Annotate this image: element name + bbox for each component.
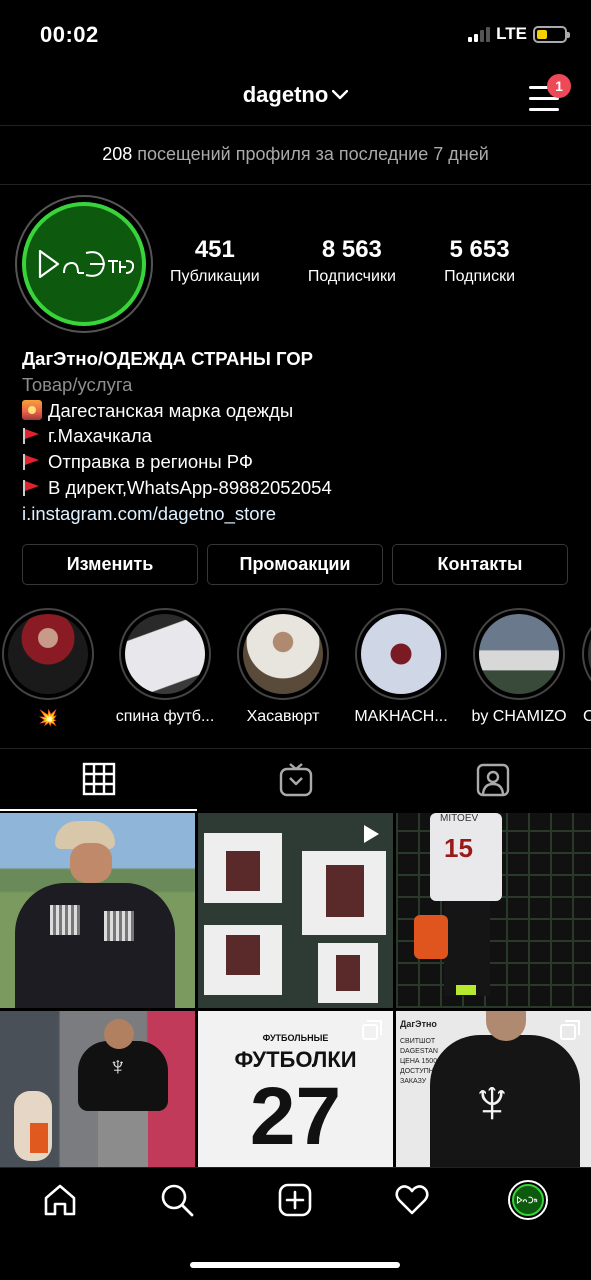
flag-icon	[22, 428, 42, 445]
highlight-label: спина футб...	[115, 708, 215, 725]
nav-add-button[interactable]	[275, 1180, 315, 1220]
flag-icon	[22, 479, 42, 496]
network-type: LTE	[496, 24, 527, 43]
highlight-item[interactable]: спина футб...	[115, 608, 215, 726]
nav-profile-button[interactable]	[508, 1180, 548, 1220]
stat-followers[interactable]: 8 563 Подписчики	[308, 236, 396, 286]
profile-avatar-icon	[508, 1180, 548, 1220]
post-thumbnail[interactable]: 15 MITOEV	[396, 813, 591, 1008]
account-switcher[interactable]: dagetno	[0, 80, 591, 108]
highlight-label: by CHAMIZO	[471, 708, 567, 725]
stat-value: 8 563	[321, 236, 382, 263]
highlight-label: C	[583, 708, 591, 725]
bio-line: Дагестанская марка одежды	[22, 398, 582, 424]
nav-activity-button[interactable]	[392, 1180, 432, 1220]
bio-text: г.Махачкала	[48, 425, 152, 447]
profile-tabs	[0, 748, 591, 812]
post-thumbnail[interactable]	[0, 813, 195, 1008]
tab-tagged[interactable]	[394, 749, 591, 811]
highlight-item[interactable]: Хасавюрт	[233, 608, 333, 726]
profile-header: dagetno 1	[0, 70, 591, 126]
heart-icon	[395, 1185, 429, 1215]
home-indicator	[190, 1262, 400, 1268]
edit-profile-button[interactable]: Изменить	[22, 544, 198, 585]
avatar[interactable]	[22, 202, 146, 326]
tab-grid[interactable]	[0, 749, 197, 811]
status-time: 00:02	[40, 22, 99, 47]
bio-line: Отправка в регионы РФ	[22, 449, 582, 475]
grid-icon	[82, 762, 115, 796]
highlight-label: 💥	[38, 710, 58, 727]
chevron-down-icon	[332, 80, 349, 106]
signal-icon	[468, 26, 491, 42]
highlight-item[interactable]: 💥	[0, 608, 98, 728]
stat-label: Публикации	[170, 268, 260, 285]
igtv-icon	[279, 763, 312, 797]
bio-line: г.Махачкала	[22, 423, 582, 449]
status-indicators: LTE	[468, 24, 570, 44]
highlight-thumbnail	[125, 614, 205, 694]
battery-icon	[533, 25, 570, 43]
sunrise-icon	[22, 399, 42, 420]
home-icon	[44, 1184, 76, 1216]
bio-link[interactable]: i.instagram.com/dagetno_store	[22, 501, 582, 527]
status-bar: 00:02 LTE	[0, 0, 591, 70]
stat-posts[interactable]: 451 Публикации	[170, 236, 260, 286]
visits-count: 208	[102, 144, 133, 164]
post-caption-title: ФУТБОЛКИ	[234, 1047, 357, 1072]
bottom-navigation	[0, 1167, 591, 1280]
stat-label: Подписки	[444, 268, 515, 285]
highlight-label: MAKHACH...	[354, 708, 448, 725]
profile-visits-banner[interactable]: 208 посещений профиля за последние 7 дне…	[0, 127, 591, 185]
bio-line: В директ,WhatsApp-89882052054	[22, 475, 582, 501]
profile-actions: Изменить Промоакции Контакты	[22, 544, 568, 585]
carousel-icon	[560, 1020, 580, 1040]
highlight-label: Хасавюрт	[246, 708, 320, 725]
post-grid: 15 MITOEV ♆ ФУТБОЛЬНЫЕ ФУТБОЛКИ 27 ДагЭт…	[0, 813, 591, 1206]
tagged-icon	[476, 763, 509, 797]
post-brand: ДагЭтно	[400, 1019, 437, 1029]
jersey-name: MITOEV	[440, 813, 479, 824]
display-name: ДагЭтно/ОДЕЖДА СТРАНЫ ГОР	[22, 348, 313, 369]
highlight-item[interactable]: C	[578, 608, 591, 726]
story-highlights: 💥 спина футб... Хасавюрт MAKHACH... by C…	[0, 608, 591, 728]
stat-value: 5 653	[449, 236, 510, 263]
jersey-number: 15	[444, 833, 473, 863]
bio-text: Дагестанская марка одежды	[48, 399, 294, 421]
nav-home-button[interactable]	[40, 1180, 80, 1220]
highlight-thumbnail	[479, 614, 559, 694]
highlight-item[interactable]: MAKHACH...	[351, 608, 451, 726]
username: dagetno	[242, 82, 329, 107]
profile-bio: ДагЭтно/ОДЕЖДА СТРАНЫ ГОР Товар/услуга Д…	[22, 346, 582, 527]
carousel-icon	[362, 1020, 382, 1040]
stat-following[interactable]: 5 653 Подписки	[444, 236, 515, 286]
tab-igtv[interactable]	[197, 749, 394, 811]
category: Товар/услуга	[22, 373, 133, 395]
flag-icon	[22, 454, 42, 471]
highlight-thumbnail	[243, 614, 323, 694]
bio-text: Отправка в регионы РФ	[48, 451, 253, 473]
stat-value: 451	[194, 236, 235, 263]
stat-label: Подписчики	[307, 268, 396, 285]
video-icon	[364, 825, 379, 843]
search-icon	[161, 1184, 194, 1217]
post-number: 27	[249, 1071, 342, 1162]
notification-badge: 1	[547, 74, 571, 98]
highlight-item[interactable]: by CHAMIZO	[469, 608, 569, 726]
contacts-button[interactable]: Контакты	[392, 544, 568, 585]
highlight-thumbnail	[361, 614, 441, 694]
add-icon	[278, 1183, 312, 1217]
profile-stats: 451 Публикации 8 563 Подписчики 5 653 По…	[170, 236, 515, 286]
post-thumbnail[interactable]	[198, 813, 393, 1008]
promotions-button[interactable]: Промоакции	[207, 544, 383, 585]
nav-search-button[interactable]	[157, 1180, 197, 1220]
bio-text: В директ,WhatsApp-89882052054	[48, 476, 332, 498]
visits-text: посещений профиля за последние 7 дней	[137, 144, 489, 164]
brand-logo-icon	[38, 249, 134, 279]
highlight-thumbnail	[8, 614, 88, 694]
